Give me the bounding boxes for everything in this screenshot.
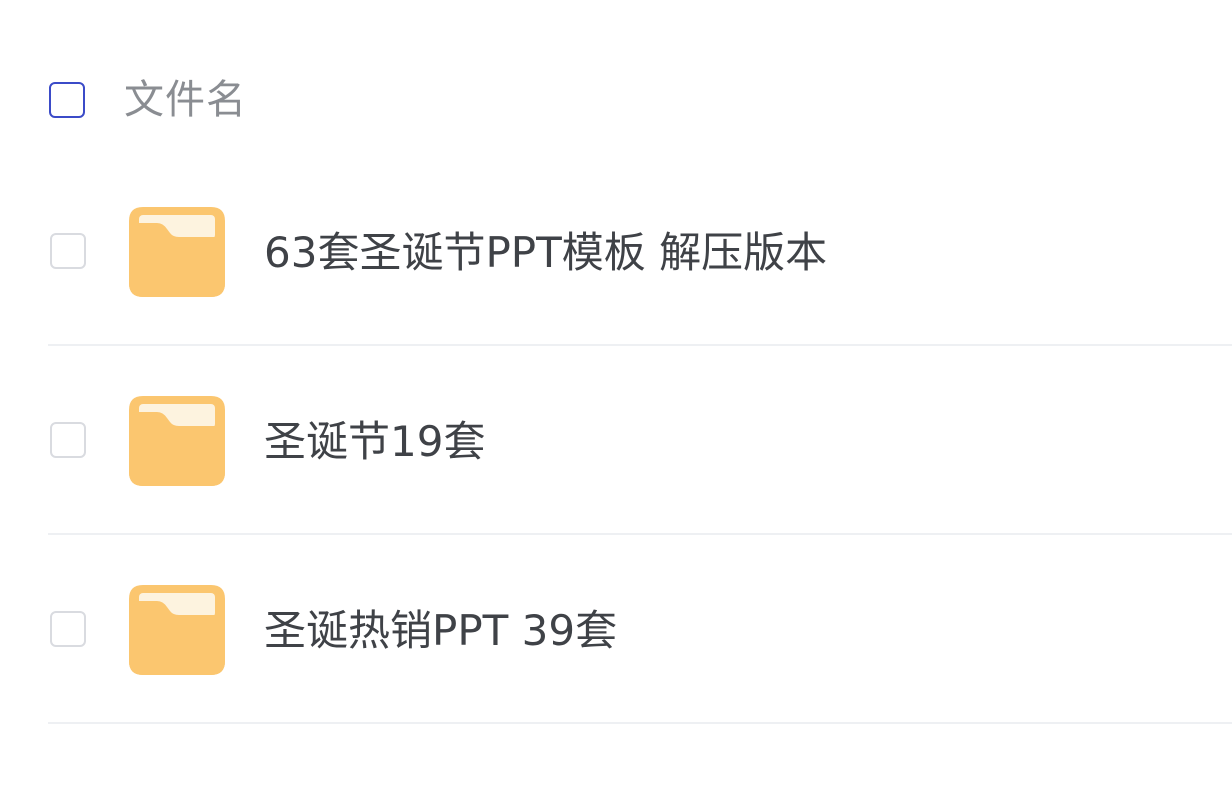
file-list-header: 文件名 bbox=[0, 62, 1232, 142]
file-name-column-header: 文件名 bbox=[124, 77, 247, 123]
file-row-checkbox[interactable] bbox=[50, 422, 86, 458]
file-row[interactable]: 63套圣诞节PPT模板 解压版本 bbox=[48, 157, 1232, 346]
file-row[interactable]: 圣诞节19套 bbox=[48, 346, 1232, 535]
folder-icon bbox=[129, 585, 225, 675]
select-all-checkbox[interactable] bbox=[49, 82, 85, 118]
file-name[interactable]: 63套圣诞节PPT模板 解压版本 bbox=[264, 227, 827, 279]
file-name[interactable]: 圣诞节19套 bbox=[264, 416, 485, 468]
folder-icon bbox=[129, 207, 225, 297]
file-row[interactable]: 圣诞热销PPT 39套 bbox=[48, 535, 1232, 724]
file-list: 文件名 63套圣诞节PPT模板 解压版本 圣诞节19套 圣诞热销PPT 39套 bbox=[0, 0, 1232, 800]
file-row-checkbox[interactable] bbox=[50, 611, 86, 647]
file-row-checkbox[interactable] bbox=[50, 233, 86, 269]
folder-icon bbox=[129, 396, 225, 486]
file-name[interactable]: 圣诞热销PPT 39套 bbox=[264, 605, 617, 657]
